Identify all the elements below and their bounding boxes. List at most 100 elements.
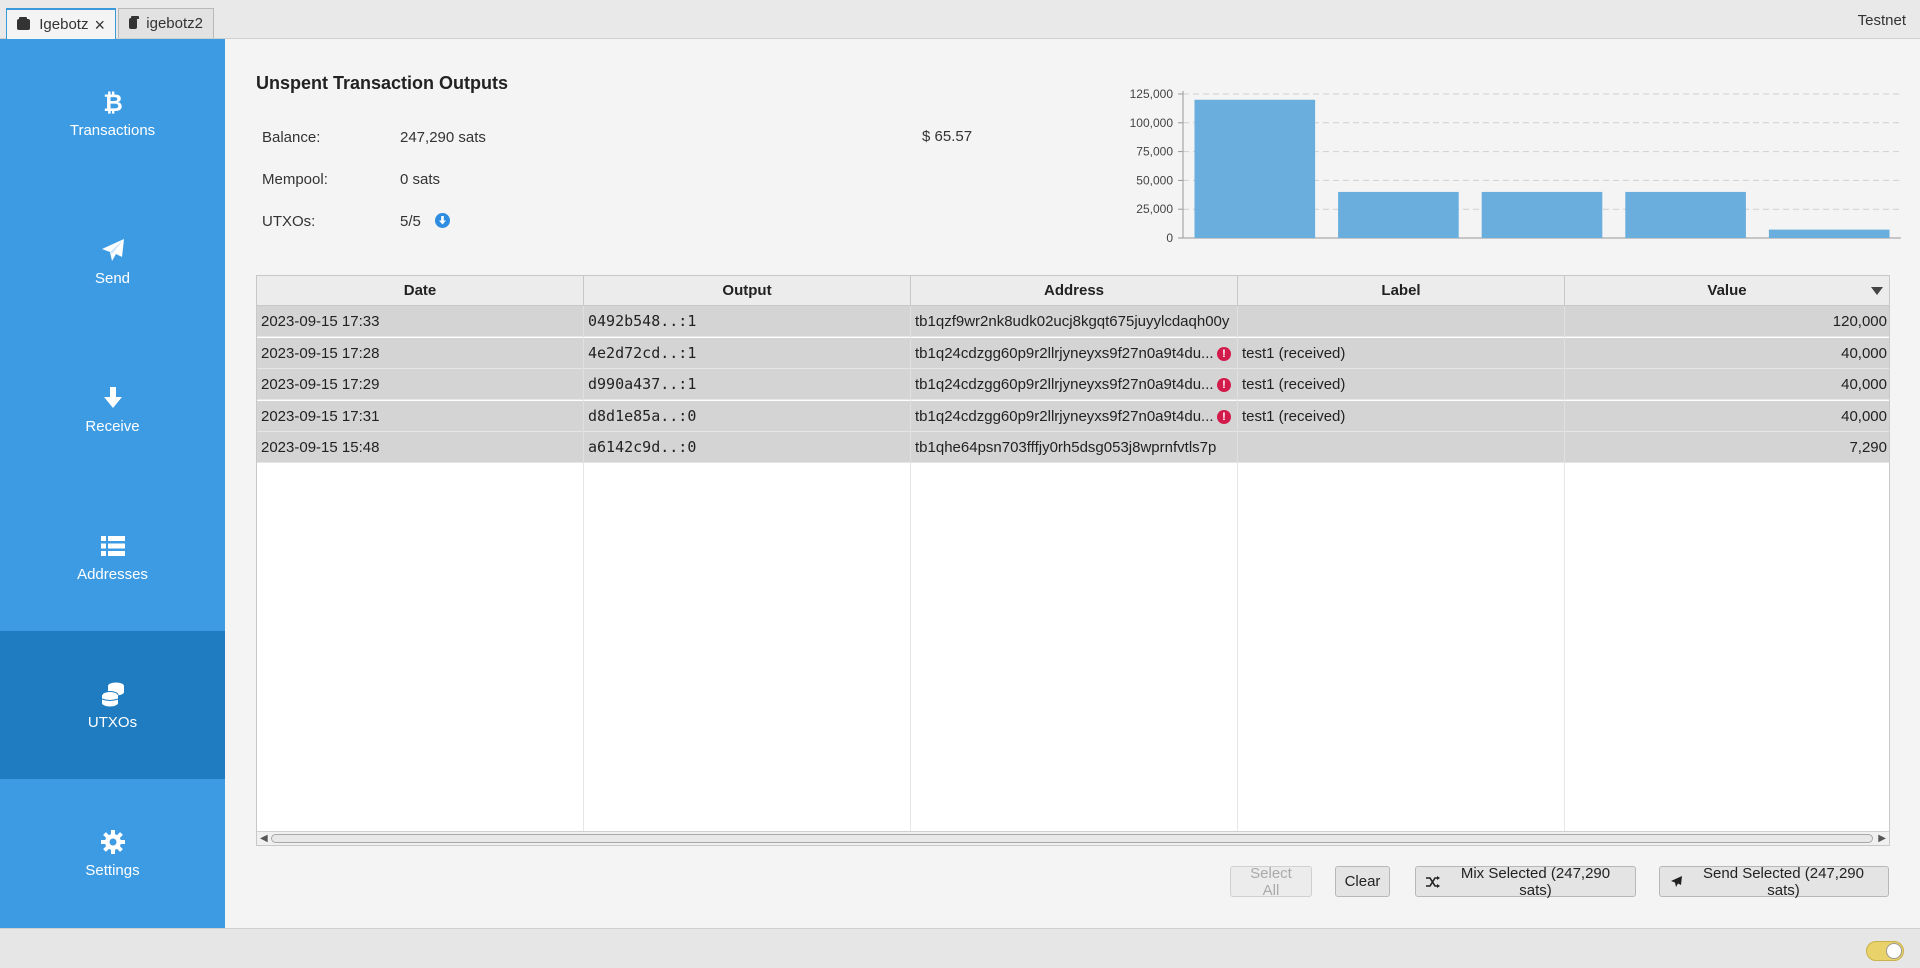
chart-bar-2[interactable]: [1338, 191, 1459, 238]
column-header-date[interactable]: Date: [257, 276, 584, 306]
sidebar-item-addresses[interactable]: Addresses: [0, 483, 225, 631]
utxos-count: 5/5: [400, 213, 450, 230]
cell-output-text: d8d1e85a..:0: [588, 406, 697, 425]
cell-output: d8d1e85a..:0: [584, 400, 911, 432]
cell-address: tb1qzf9wr2nk8udk02ucj8kgqt675juyylcdaqh0…: [911, 306, 1238, 337]
balance-value: 247,290 sats: [400, 129, 486, 146]
cell-output: d990a437..:1: [584, 369, 911, 400]
cell-output: 4e2d72cd..:1: [584, 337, 911, 369]
tab-igebotz2[interactable]: igebotz2: [118, 8, 214, 38]
page-title: Unspent Transaction Outputs: [256, 73, 509, 93]
scrollbar-thumb[interactable]: [271, 834, 1873, 843]
cell-address-text: tb1q24cdzgg60p9r2llrjyneyxs9f27n0a9t4du.…: [915, 376, 1214, 393]
status-bar: [0, 928, 1920, 968]
chart-bar-1[interactable]: [1194, 99, 1316, 238]
sidebar-item-utxos[interactable]: UTXOs: [0, 631, 225, 779]
sidebar-item-receive[interactable]: Receive: [0, 335, 225, 483]
send-selected-button[interactable]: Send Selected (247,290 sats): [1659, 864, 1889, 899]
cell-value: 120,000: [1565, 306, 1889, 337]
cell-output-text: a6142c9d..:0: [588, 438, 697, 456]
chart-bar-3[interactable]: [1481, 191, 1603, 238]
chart-bar-4[interactable]: [1625, 191, 1746, 238]
close-icon[interactable]: ×: [94, 16, 105, 34]
cell-date: 2023-09-15 17:33: [257, 306, 584, 337]
chart-ytick-label: 0: [1166, 231, 1173, 245]
column-header-value-label: Value: [1707, 282, 1747, 299]
cell-date-text: 2023-09-15 17:31: [261, 407, 380, 425]
warning-icon[interactable]: !: [1217, 346, 1231, 361]
cell-date-text: 2023-09-15 17:29: [261, 376, 380, 393]
wallet-tab-bar: Igebotz × igebotz2 Testnet: [0, 0, 1920, 39]
svg-text:₿: ₿: [103, 89, 123, 115]
sidebar-item-label: Transactions: [69, 121, 156, 139]
network-label: Testnet: [1857, 12, 1906, 29]
sidebar-item-settings[interactable]: Settings: [0, 779, 225, 927]
arrow-down-icon: [99, 384, 127, 412]
cell-address-text: tb1qhe64psn703fffjy0rh5dsg053j8wprnfvtls…: [915, 439, 1217, 456]
mempool-label: Mempool:: [262, 171, 328, 188]
warning-icon[interactable]: !: [1217, 378, 1231, 392]
coins-icon: [99, 680, 127, 708]
cell-date: 2023-09-15 15:48: [257, 432, 584, 463]
utxo-table: Date Output Address Label Value 2023-09-…: [256, 275, 1890, 846]
cell-address-text: tb1qzf9wr2nk8udk02ucj8kgqt675juyylcdaqh0…: [915, 313, 1230, 330]
cell-value: 40,000: [1565, 369, 1889, 400]
toggle-knob: [1886, 943, 1902, 959]
chart-ytick-label: 100,000: [1130, 116, 1174, 130]
mix-selected-button[interactable]: Mix Selected (247,290 sats): [1415, 865, 1636, 899]
cell-date-text: 2023-09-15 15:48: [261, 439, 380, 456]
theme-toggle[interactable]: [1866, 941, 1904, 961]
column-header-value[interactable]: Value: [1565, 276, 1889, 306]
chart-bar-5[interactable]: [1768, 229, 1890, 238]
tab-igebotz[interactable]: Igebotz ×: [6, 8, 116, 39]
scroll-right-icon[interactable]: ▶: [1878, 833, 1886, 844]
scroll-left-icon[interactable]: ◀: [260, 833, 268, 844]
column-header-address[interactable]: Address: [911, 276, 1238, 306]
cell-value-text: 7,290: [1849, 439, 1887, 456]
cell-address: tb1q24cdzgg60p9r2llrjyneyxs9f27n0a9t4du.…: [911, 369, 1238, 400]
cell-label: [1238, 306, 1565, 337]
cell-output-text: d990a437..:1: [588, 375, 697, 393]
warning-icon[interactable]: !: [1217, 409, 1231, 424]
send-selected-label: Send Selected (247,290 sats): [1703, 864, 1864, 899]
sort-descending-icon[interactable]: [1871, 287, 1883, 295]
chart-ytick-label: 125,000: [1130, 87, 1174, 101]
table-row[interactable]: 2023-09-15 17:29 d990a437..:1 tb1q24cdzgg6…: [257, 369, 1889, 400]
cell-address: tb1q24cdzgg60p9r2llrjyneyxs9f27n0a9t4du.…: [911, 400, 1238, 432]
arrow-circle-down-icon[interactable]: [434, 213, 450, 228]
cell-label: [1238, 432, 1565, 463]
cell-output-text: 0492b548..:1: [588, 312, 697, 330]
cell-value-text: 40,000: [1841, 344, 1887, 362]
bitcoin-icon: ₿: [99, 88, 127, 116]
sidebar-item-transactions[interactable]: ₿ Transactions: [0, 39, 225, 187]
cell-value-text: 40,000: [1841, 407, 1887, 425]
table-row[interactable]: 2023-09-15 17:33 0492b548..:1 tb1qzf9wr2nk…: [257, 306, 1889, 337]
balance-label: Balance:: [262, 129, 321, 146]
clear-button[interactable]: Clear: [1335, 866, 1390, 897]
gear-icon: [99, 828, 127, 856]
paper-plane-icon: [99, 236, 127, 264]
horizontal-scrollbar[interactable]: ◀ ▶: [257, 831, 1889, 845]
tab-label: igebotz2: [146, 15, 203, 32]
table-row[interactable]: 2023-09-15 15:48 a6142c9d..:0 tb1qhe64psn7…: [257, 432, 1889, 463]
cell-value: 40,000: [1565, 401, 1889, 432]
cell-address-text: tb1q24cdzgg60p9r2llrjyneyxs9f27n0a9t4du.…: [915, 407, 1214, 425]
sidebar: ₿ Transactions Send Receive Addresses UT…: [0, 39, 225, 928]
shuffle-icon: [1426, 875, 1440, 888]
cell-value: 40,000: [1565, 338, 1889, 369]
cell-label-text: test1 (received): [1242, 344, 1346, 362]
column-header-output[interactable]: Output: [584, 276, 911, 306]
cell-label-text: test1 (received): [1242, 376, 1346, 393]
mempool-value: 0 sats: [400, 171, 441, 188]
cell-value-text: 120,000: [1832, 313, 1887, 330]
cell-label: test1 (received): [1238, 337, 1565, 369]
chart-ytick-label: 25,000: [1136, 202, 1173, 216]
sidebar-item-send[interactable]: Send: [0, 187, 225, 335]
select-all-button[interactable]: Select All: [1230, 865, 1312, 899]
cell-value-text: 40,000: [1841, 376, 1887, 393]
column-header-label[interactable]: Label: [1238, 276, 1565, 306]
table-row[interactable]: 2023-09-15 17:31 d8d1e85a..:0 tb1q24cdzgg6…: [257, 400, 1889, 432]
wallet-icon: [129, 16, 140, 29]
table-row[interactable]: 2023-09-15 17:28 4e2d72cd..:1 tb1q24cdzgg6…: [257, 337, 1889, 369]
cell-address: tb1qhe64psn703fffjy0rh5dsg053j8wprnfvtls…: [911, 432, 1238, 463]
